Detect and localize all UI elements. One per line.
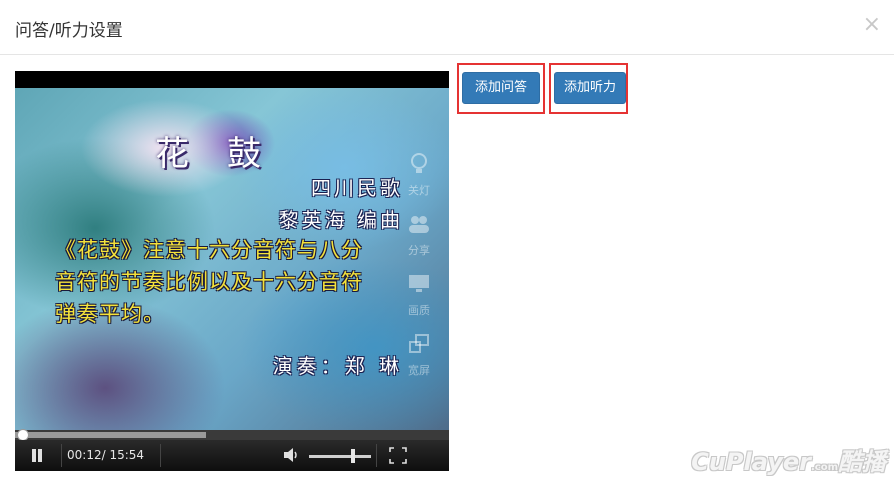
video-caption-line: 音符的节奏比例以及十六分音符 [55, 270, 363, 294]
add-listening-button[interactable]: 添加听力 [554, 72, 626, 104]
lights-off-button[interactable]: 关灯 [395, 152, 443, 212]
video-subtitle-arranger: 黎英海 编曲 [278, 208, 403, 232]
video-subtitle-origin: 四川民歌 [311, 176, 403, 200]
volume-icon[interactable] [283, 447, 301, 463]
video-caption-line: 弹奏平均。 [55, 302, 165, 326]
monitor-icon [395, 272, 443, 302]
quality-label: 画质 [408, 304, 430, 317]
control-divider [376, 444, 377, 467]
modal-title: 问答/听力设置 [15, 21, 123, 41]
modal-header: 问答/听力设置 × [0, 0, 894, 55]
volume-slider[interactable] [309, 455, 371, 458]
widescreen-label: 宽屏 [408, 364, 430, 377]
watermark-text: CuPlayer [691, 448, 811, 476]
fullscreen-button[interactable] [389, 447, 407, 464]
player-control-bar: 00:12/ 15:54 [15, 440, 449, 471]
cuplayer-watermark-logo: CuPlayer.com酷播 [691, 442, 886, 477]
time-display: 00:12/ 15:54 [67, 448, 145, 462]
seek-bar-buffered [15, 432, 206, 438]
seek-bar[interactable] [15, 429, 449, 441]
share-users-icon [395, 212, 443, 242]
volume-handle[interactable] [350, 449, 355, 463]
video-caption-line: 《花鼓》注意十六分音符与八分 [55, 238, 363, 262]
video-performer: 演奏：郑 琳 [272, 354, 403, 378]
watermark-chinese: 酷播 [838, 448, 886, 476]
add-qa-button[interactable]: 添加问答 [462, 72, 540, 104]
pause-button[interactable] [29, 448, 45, 464]
control-divider [160, 444, 161, 467]
control-divider [61, 444, 62, 467]
video-frame[interactable]: 花鼓 四川民歌 黎英海 编曲 《花鼓》注意十六分音符与八分 音符的节奏比例以及十… [15, 88, 449, 430]
video-player[interactable]: 花鼓 四川民歌 黎英海 编曲 《花鼓》注意十六分音符与八分 音符的节奏比例以及十… [15, 71, 449, 471]
lightbulb-icon [395, 152, 443, 182]
video-title-text: 花鼓 [155, 134, 299, 174]
watermark-suffix: .com [810, 462, 838, 473]
share-button[interactable]: 分享 [395, 212, 443, 272]
share-label: 分享 [408, 244, 430, 257]
widescreen-icon [395, 332, 443, 362]
player-side-tools: 关灯 分享 画质 宽屏 [395, 152, 443, 392]
widescreen-button[interactable]: 宽屏 [395, 332, 443, 392]
fullscreen-icon [389, 447, 407, 464]
lights-off-label: 关灯 [408, 184, 430, 197]
quality-button[interactable]: 画质 [395, 272, 443, 332]
close-icon[interactable]: × [863, 14, 881, 36]
